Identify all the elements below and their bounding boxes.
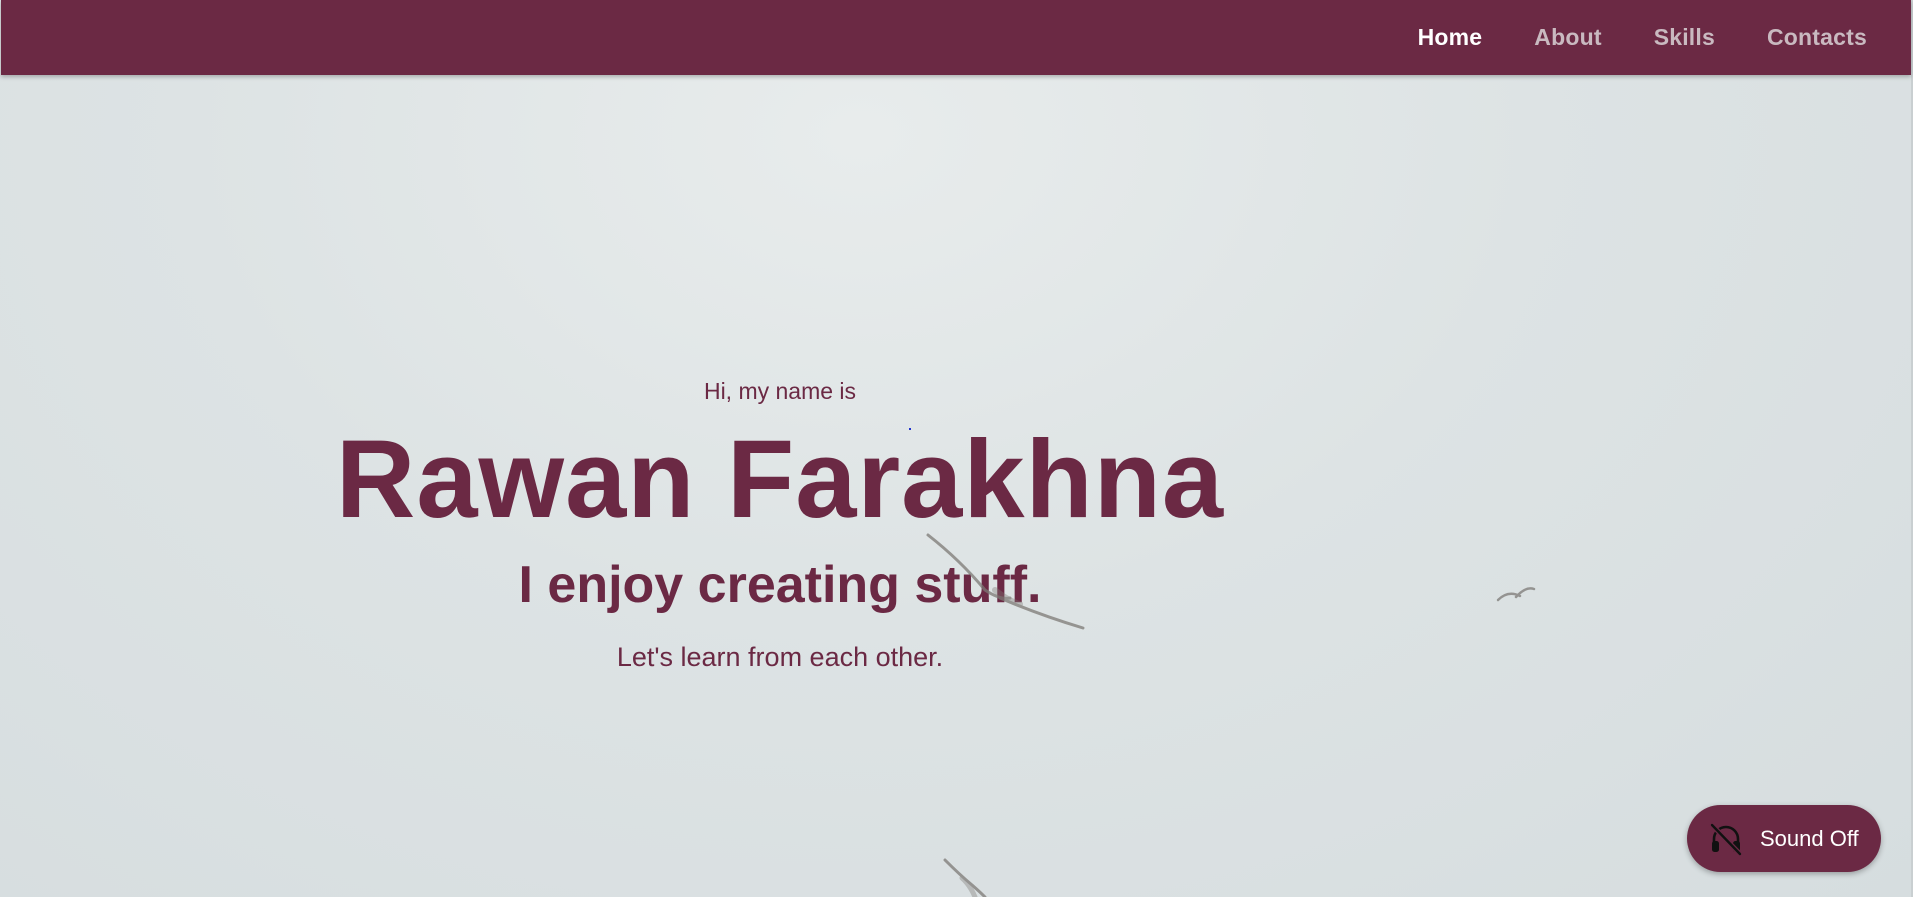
headphones-off-icon — [1709, 822, 1743, 856]
nav-link-skills[interactable]: Skills — [1654, 24, 1715, 51]
hero-subtitle: Let's learn from each other. — [616, 642, 944, 672]
sound-toggle-label: Sound Off — [1760, 826, 1859, 851]
nav-link-contacts[interactable]: Contacts — [1767, 24, 1867, 51]
nav-link-home[interactable]: Home — [1418, 24, 1483, 51]
cursor-dot — [909, 428, 911, 430]
hero-tagline: I enjoy creating stuff. — [518, 556, 1042, 614]
sound-toggle-button[interactable]: Sound Off — [1687, 805, 1881, 872]
hero-name-heading: Rawan Farakhna — [335, 418, 1225, 541]
hero-section: Hi, my name is Rawan Farakhna I enjoy cr… — [0, 0, 1560, 897]
window-right-edge — [1911, 0, 1913, 897]
page-viewport: Home About Skills Contacts Hi, my name i… — [0, 0, 1913, 897]
nav-link-about[interactable]: About — [1534, 24, 1601, 51]
hero-intro-text: Hi, my name is — [703, 378, 857, 404]
nav-links: Home About Skills Contacts — [1418, 0, 1867, 75]
top-navbar: Home About Skills Contacts — [1, 0, 1911, 75]
